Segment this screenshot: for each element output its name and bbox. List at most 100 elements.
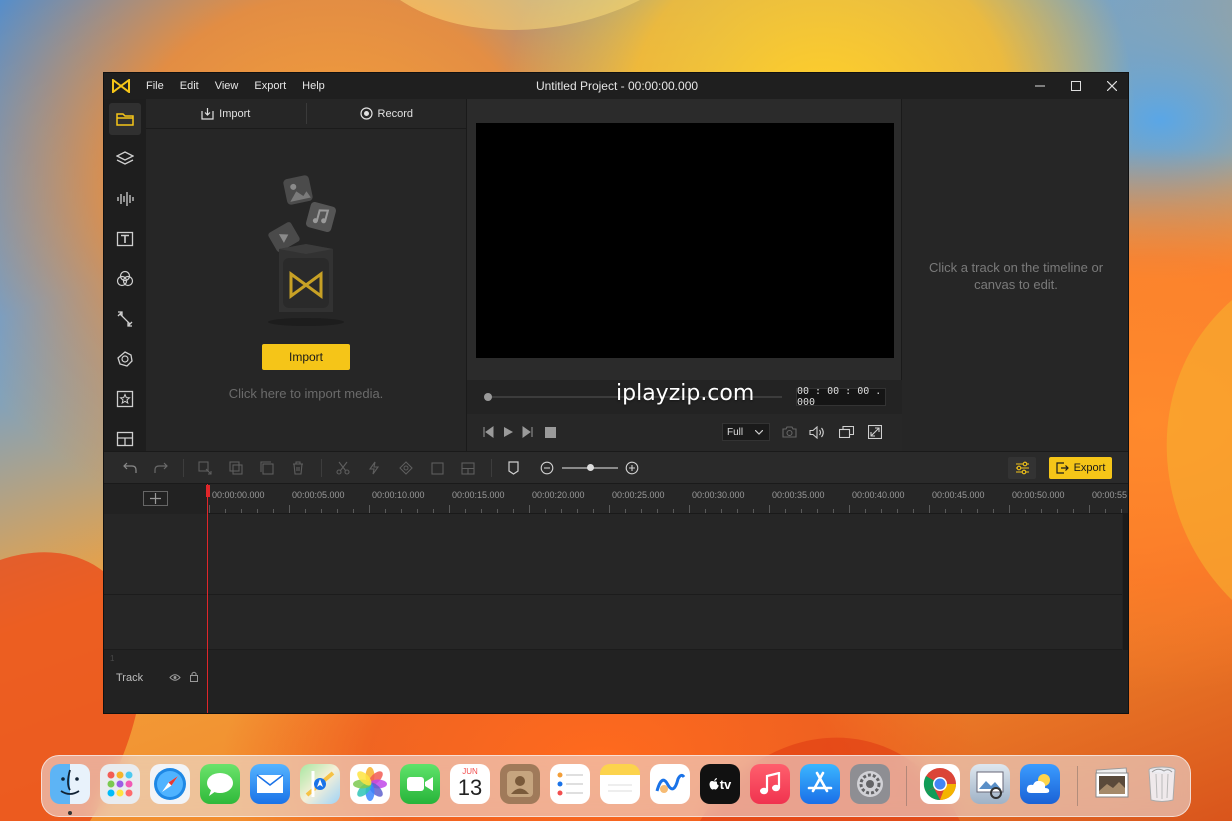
dock-app-store[interactable] bbox=[800, 764, 840, 804]
menu-file[interactable]: File bbox=[138, 80, 172, 92]
track-number: 1 bbox=[110, 654, 115, 663]
keyframe-button[interactable] bbox=[398, 460, 414, 476]
menu-edit[interactable]: Edit bbox=[172, 80, 207, 92]
ruler-tick bbox=[1041, 509, 1042, 513]
dock-freeform[interactable] bbox=[650, 764, 690, 804]
tab-import[interactable]: Import bbox=[146, 99, 306, 128]
dock-chrome[interactable] bbox=[920, 764, 960, 804]
step-forward-icon bbox=[522, 426, 533, 438]
playhead-handle[interactable] bbox=[206, 485, 210, 497]
dock-system-settings[interactable] bbox=[850, 764, 890, 804]
stop-button[interactable] bbox=[542, 424, 558, 440]
copy-button[interactable] bbox=[228, 460, 244, 476]
dock-reminders[interactable] bbox=[550, 764, 590, 804]
dock-apple-tv[interactable]: tv bbox=[700, 764, 740, 804]
preview-canvas[interactable] bbox=[476, 123, 894, 358]
dock-contacts[interactable] bbox=[500, 764, 540, 804]
frame-icon bbox=[430, 461, 444, 475]
sidebar-item-filters[interactable] bbox=[104, 259, 146, 299]
tab-record-label: Record bbox=[377, 107, 413, 120]
timeline-track-row[interactable] bbox=[104, 595, 1122, 650]
import-button[interactable]: Import bbox=[262, 344, 350, 370]
dock-calendar[interactable]: JUN 13 bbox=[450, 764, 490, 804]
delete-button[interactable] bbox=[290, 460, 306, 476]
sidebar-item-stickers[interactable] bbox=[104, 379, 146, 419]
volume-button[interactable] bbox=[809, 424, 825, 440]
crop-icon bbox=[198, 461, 212, 475]
ruler-tick bbox=[209, 505, 210, 513]
zoom-select[interactable]: Full bbox=[722, 423, 770, 441]
dock-photos[interactable] bbox=[350, 764, 390, 804]
dock-trash[interactable] bbox=[1142, 764, 1182, 804]
speed-button[interactable] bbox=[366, 460, 382, 476]
folder-icon bbox=[116, 113, 134, 126]
sidebar-item-text[interactable] bbox=[104, 219, 146, 259]
snapshot-button[interactable] bbox=[781, 424, 797, 440]
dock-preview[interactable] bbox=[970, 764, 1010, 804]
dock-music[interactable] bbox=[750, 764, 790, 804]
apple-logo-icon bbox=[709, 778, 719, 790]
dock-weather[interactable] bbox=[1020, 764, 1060, 804]
marker-icon bbox=[507, 461, 519, 475]
zoom-in-button[interactable] bbox=[624, 460, 640, 476]
ruler-tick bbox=[657, 509, 658, 513]
tab-record[interactable]: Record bbox=[307, 99, 467, 128]
freeze-button[interactable] bbox=[429, 460, 445, 476]
add-track-button[interactable] bbox=[143, 491, 168, 506]
menu-export[interactable]: Export bbox=[246, 80, 294, 92]
eye-icon[interactable] bbox=[169, 673, 181, 682]
timeline-settings-button[interactable] bbox=[1008, 457, 1036, 479]
effects-icon bbox=[117, 351, 133, 367]
zoom-out-button[interactable] bbox=[539, 460, 555, 476]
scrub-handle[interactable] bbox=[484, 393, 492, 401]
duplicate-button[interactable] bbox=[259, 460, 275, 476]
sidebar-item-audio[interactable] bbox=[104, 179, 146, 219]
camera-icon bbox=[781, 426, 797, 438]
dock-maps[interactable] bbox=[300, 764, 340, 804]
dock-notes[interactable] bbox=[600, 764, 640, 804]
dock-facetime[interactable] bbox=[400, 764, 440, 804]
playhead[interactable] bbox=[207, 484, 208, 713]
play-button[interactable] bbox=[500, 424, 516, 440]
pip-button[interactable] bbox=[838, 424, 854, 440]
timeline-track-row[interactable] bbox=[104, 514, 1122, 595]
menu-help[interactable]: Help bbox=[294, 80, 333, 92]
minimize-button[interactable] bbox=[1022, 73, 1058, 99]
sidebar-item-media[interactable] bbox=[104, 99, 146, 139]
timecode-display: 00 : 00 : 00 . 000 bbox=[796, 386, 886, 408]
import-icon bbox=[201, 108, 214, 120]
menu-view[interactable]: View bbox=[207, 80, 247, 92]
redo-button[interactable] bbox=[153, 460, 169, 476]
export-button[interactable]: Export bbox=[1049, 457, 1112, 479]
detach-button[interactable] bbox=[460, 460, 476, 476]
crop-button[interactable] bbox=[197, 460, 213, 476]
dock-mail[interactable] bbox=[250, 764, 290, 804]
timeline-scrollbar[interactable] bbox=[1123, 514, 1128, 650]
media-box-illustration bbox=[268, 175, 344, 326]
fullscreen-button[interactable] bbox=[867, 424, 883, 440]
ruler-tick bbox=[641, 509, 642, 513]
import-hint[interactable]: Click here to import media. bbox=[146, 386, 466, 401]
dock-launchpad[interactable] bbox=[100, 764, 140, 804]
next-frame-button[interactable] bbox=[520, 424, 536, 440]
dock-safari[interactable] bbox=[150, 764, 190, 804]
split-button[interactable] bbox=[335, 460, 351, 476]
ruler-tick bbox=[449, 505, 450, 513]
close-button[interactable] bbox=[1094, 73, 1128, 99]
dock-finder[interactable] bbox=[50, 764, 90, 804]
sidebar-item-layers[interactable] bbox=[104, 139, 146, 179]
marker-button[interactable] bbox=[505, 460, 521, 476]
prev-frame-button[interactable] bbox=[480, 424, 496, 440]
lock-icon[interactable] bbox=[190, 671, 198, 682]
sidebar-item-transitions[interactable] bbox=[104, 299, 146, 339]
sidebar-item-effects[interactable] bbox=[104, 339, 146, 379]
dock-messages[interactable] bbox=[200, 764, 240, 804]
maximize-button[interactable] bbox=[1058, 73, 1094, 99]
dock-screenshot-stack[interactable] bbox=[1092, 764, 1132, 804]
zoom-slider-handle[interactable] bbox=[587, 464, 594, 471]
timeline-ruler[interactable]: 00:00:00.000 00:00:05.000 00:00:10.000 00:0… bbox=[207, 484, 1128, 514]
undo-button[interactable] bbox=[122, 460, 138, 476]
ruler-tick bbox=[417, 509, 418, 513]
reminders-icon bbox=[557, 772, 583, 796]
timeline-track-row[interactable] bbox=[104, 650, 1122, 713]
